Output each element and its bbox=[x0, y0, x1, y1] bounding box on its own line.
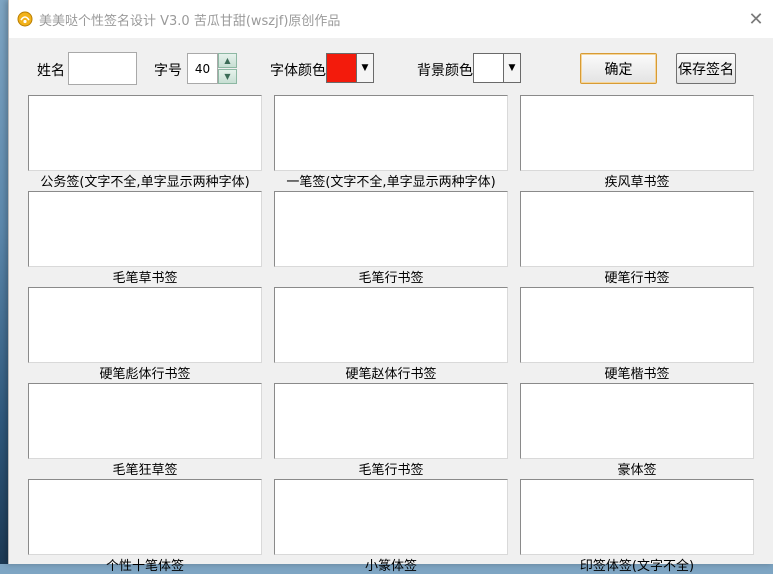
signature-preview-canvas[interactable] bbox=[520, 479, 754, 555]
stepper-down-icon[interactable]: ▼ bbox=[218, 69, 237, 84]
name-label: 姓名 bbox=[37, 63, 65, 79]
signature-style-label: 毛笔行书签 bbox=[358, 271, 424, 286]
signature-style-label: 个性十笔体签 bbox=[105, 559, 184, 574]
title-bar: 美美哒个性签名设计 V3.0 苦瓜甘甜(wszjf)原创作品 ✕ bbox=[9, 0, 773, 38]
font-color-swatch[interactable] bbox=[326, 53, 357, 83]
signature-preview-canvas[interactable] bbox=[28, 479, 262, 555]
signature-style-label: 公务签(文字不全,单字显示两种字体) bbox=[40, 175, 250, 190]
stepper-buttons: ▲ ▼ bbox=[218, 53, 237, 84]
size-label: 字号 bbox=[154, 63, 182, 79]
signature-preview-canvas[interactable] bbox=[274, 191, 508, 267]
bg-color-swatch[interactable] bbox=[473, 53, 504, 83]
signature-style-label: 毛笔行书签 bbox=[358, 463, 424, 478]
stepper-up-icon[interactable]: ▲ bbox=[218, 53, 237, 68]
signature-preview-canvas[interactable] bbox=[520, 383, 754, 459]
font-size-value[interactable]: 40 bbox=[187, 53, 218, 84]
close-icon[interactable]: ✕ bbox=[742, 6, 770, 32]
signature-style-label: 硬笔行书签 bbox=[604, 271, 670, 286]
font-size-stepper[interactable]: 40 ▲ ▼ bbox=[187, 53, 237, 84]
signature-preview-canvas[interactable] bbox=[274, 383, 508, 459]
signature-style-label: 豪体签 bbox=[617, 463, 657, 478]
signature-preview-canvas[interactable] bbox=[28, 191, 262, 267]
font-color-label: 字体颜色 bbox=[270, 63, 326, 79]
name-input[interactable] bbox=[68, 52, 137, 85]
window-title: 美美哒个性签名设计 V3.0 苦瓜甘甜(wszjf)原创作品 bbox=[39, 14, 341, 29]
bg-color-label: 背景颜色 bbox=[417, 63, 473, 79]
signature-style-label: 硬笔彪体行书签 bbox=[99, 367, 191, 382]
chevron-down-icon[interactable]: ▼ bbox=[504, 53, 521, 83]
signature-style-label: 印签体签(文字不全) bbox=[579, 559, 695, 574]
signature-style-label: 硬笔赵体行书签 bbox=[345, 367, 437, 382]
app-window: 美美哒个性签名设计 V3.0 苦瓜甘甜(wszjf)原创作品 ✕ 姓名 字号 4… bbox=[8, 0, 773, 574]
signature-preview-canvas[interactable] bbox=[28, 383, 262, 459]
signature-style-label: 毛笔草书签 bbox=[112, 271, 178, 286]
confirm-button[interactable]: 确定 bbox=[580, 53, 657, 84]
signature-preview-canvas[interactable] bbox=[28, 287, 262, 363]
signature-preview-canvas[interactable] bbox=[274, 287, 508, 363]
signature-preview-canvas[interactable] bbox=[28, 95, 262, 171]
signature-style-label: 疾风草书签 bbox=[604, 175, 670, 190]
signature-style-label: 一笔签(文字不全,单字显示两种字体) bbox=[286, 175, 496, 190]
signature-preview-canvas[interactable] bbox=[520, 287, 754, 363]
signature-style-label: 毛笔狂草签 bbox=[112, 463, 178, 478]
chevron-down-icon[interactable]: ▼ bbox=[357, 53, 374, 83]
signature-style-label: 小篆体签 bbox=[364, 559, 417, 574]
app-icon bbox=[17, 11, 33, 27]
signature-preview-canvas[interactable] bbox=[520, 191, 754, 267]
font-color-picker[interactable]: ▼ bbox=[326, 53, 376, 83]
signature-preview-canvas[interactable] bbox=[520, 95, 754, 171]
signature-preview-canvas[interactable] bbox=[274, 479, 508, 555]
bg-color-picker[interactable]: ▼ bbox=[473, 53, 523, 83]
save-signature-button[interactable]: 保存签名 bbox=[676, 53, 736, 84]
signature-style-label: 硬笔楷书签 bbox=[604, 367, 670, 382]
signature-preview-canvas[interactable] bbox=[274, 95, 508, 171]
